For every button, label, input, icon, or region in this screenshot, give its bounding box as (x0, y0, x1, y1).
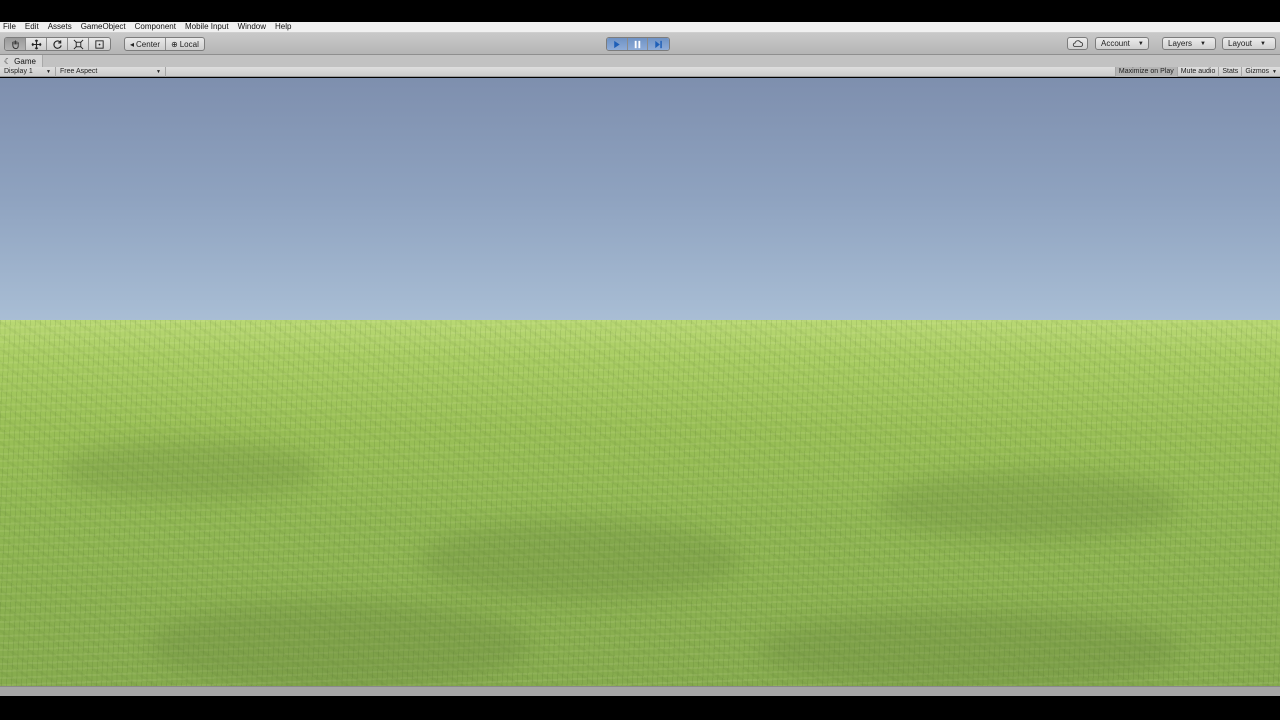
tab-game[interactable]: ☾ Game (0, 55, 43, 67)
cloud-button[interactable] (1067, 37, 1088, 50)
game-controller-icon: ☾ (4, 56, 12, 66)
aspect-dropdown[interactable]: Free Aspect ▼ (56, 66, 166, 77)
move-tool-button[interactable] (26, 38, 47, 50)
layout-label: Layout (1228, 39, 1253, 48)
grass-shade (60, 440, 320, 500)
game-tab-strip: ☾ Game (0, 55, 1280, 67)
account-dropdown[interactable]: Account ▼ (1095, 37, 1149, 50)
chevron-down-icon: ▼ (1200, 40, 1206, 47)
grass-terrain (0, 320, 1280, 686)
menu-mobile-input[interactable]: Mobile Input (185, 22, 229, 32)
menu-component[interactable]: Component (135, 22, 176, 32)
step-icon (655, 40, 662, 48)
playback-controls (606, 37, 670, 51)
display-dropdown[interactable]: Display 1 ▼ (0, 66, 56, 77)
gizmos-dropdown[interactable]: Gizmos ▼ (1241, 66, 1280, 77)
status-bar (0, 686, 1280, 696)
scale-tool-icon (73, 39, 83, 49)
layers-dropdown[interactable]: Layers ▼ (1162, 37, 1216, 50)
step-button[interactable] (648, 38, 669, 50)
pause-icon (634, 40, 641, 48)
pivot-local-label: Local (179, 39, 199, 49)
chevron-down-icon: ▼ (156, 68, 161, 75)
hand-tool-icon (11, 39, 19, 49)
pivot-local-button[interactable]: ⊕ Local (166, 38, 204, 50)
pivot-center-icon: ◂ (130, 39, 135, 49)
rotate-tool-button[interactable] (47, 38, 68, 50)
layout-dropdown[interactable]: Layout ▼ (1222, 37, 1276, 50)
play-button[interactable] (607, 38, 628, 50)
grass-shade (150, 600, 530, 686)
cloud-icon (1072, 40, 1083, 47)
menu-edit[interactable]: Edit (25, 22, 39, 32)
game-view-toolbar: Display 1 ▼ Free Aspect ▼ Maximize on Pl… (0, 66, 1280, 77)
grass-shade (760, 610, 1180, 686)
menu-file[interactable]: File (3, 22, 16, 32)
transform-tools (4, 37, 111, 51)
menu-gameobject[interactable]: GameObject (81, 22, 126, 32)
chevron-down-icon: ▼ (46, 68, 51, 75)
pivot-toggles: ◂ Center ⊕ Local (124, 37, 205, 51)
tab-game-label: Game (14, 56, 36, 66)
rect-tool-button[interactable] (89, 38, 110, 50)
play-icon (614, 40, 621, 48)
menu-help[interactable]: Help (275, 22, 291, 32)
mute-audio-toggle[interactable]: Mute audio (1176, 66, 1219, 77)
game-toolbar-spacer (166, 67, 1115, 77)
pivot-center-button[interactable]: ◂ Center (125, 38, 167, 50)
letterbox-bottom (0, 696, 1280, 720)
aspect-label: Free Aspect (60, 68, 98, 75)
maximize-on-play-toggle[interactable]: Maximize on Play (1114, 66, 1177, 77)
chevron-down-icon: ▼ (1260, 40, 1266, 47)
grass-shade (420, 520, 740, 600)
pivot-local-icon: ⊕ (171, 39, 178, 49)
stats-toggle[interactable]: Stats (1218, 66, 1241, 77)
menu-window[interactable]: Window (238, 22, 266, 32)
pause-button[interactable] (627, 38, 649, 50)
pivot-center-label: Center (136, 39, 161, 49)
chevron-down-icon: ▼ (1272, 68, 1277, 75)
move-tool-icon (31, 39, 41, 49)
chevron-down-icon: ▼ (1137, 40, 1144, 47)
game-viewport[interactable] (0, 78, 1280, 686)
letterbox-top (0, 0, 1280, 22)
rotate-tool-icon (52, 39, 62, 49)
main-toolbar: ◂ Center ⊕ Local Account ▼ Layers ▼ Layo… (0, 33, 1280, 55)
menu-assets[interactable]: Assets (48, 22, 72, 32)
hand-tool-button[interactable] (5, 38, 26, 50)
scale-tool-button[interactable] (68, 38, 89, 50)
display-label: Display 1 (4, 68, 33, 75)
layers-label: Layers (1168, 39, 1193, 48)
account-label: Account (1101, 39, 1130, 48)
grass-shade (880, 470, 1180, 540)
menu-bar: File Edit Assets GameObject Component Mo… (0, 22, 1280, 33)
rect-tool-icon (95, 39, 104, 49)
gizmos-label: Gizmos (1245, 68, 1270, 75)
